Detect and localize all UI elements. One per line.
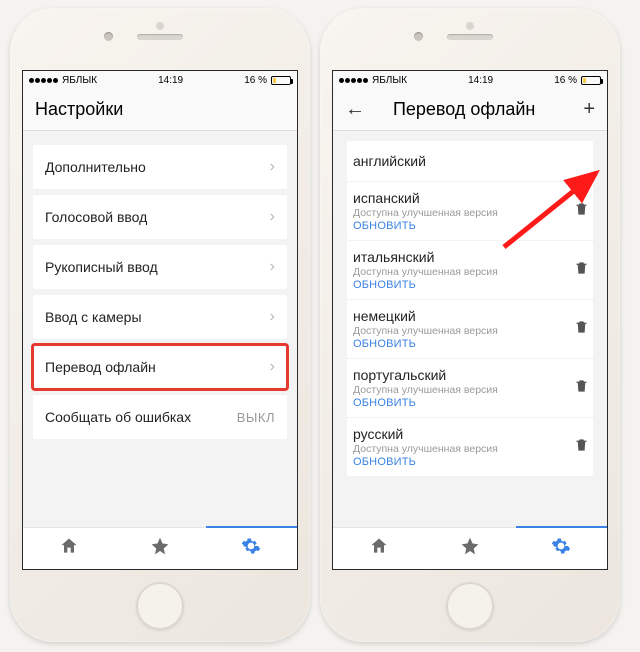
chevron-right-icon: › bbox=[270, 158, 275, 176]
battery-percent: 16 % bbox=[244, 75, 267, 86]
lang-name: английский bbox=[353, 153, 426, 169]
lang-row-english[interactable]: английский bbox=[347, 141, 593, 181]
star-icon[interactable] bbox=[150, 536, 170, 561]
gear-icon[interactable] bbox=[241, 536, 261, 561]
lang-subtitle: Доступна улучшенная версия bbox=[353, 207, 498, 219]
clock: 14:19 bbox=[158, 75, 183, 86]
row-additional[interactable]: Дополнительно › bbox=[33, 145, 287, 189]
row-report-errors[interactable]: Сообщать об ошибках ВЫКЛ bbox=[33, 395, 287, 439]
battery-icon bbox=[581, 76, 601, 85]
lang-subtitle: Доступна улучшенная версия bbox=[353, 266, 498, 278]
lang-row-portuguese[interactable]: португальский Доступна улучшенная версия… bbox=[347, 359, 593, 417]
trash-icon[interactable] bbox=[574, 319, 589, 340]
lang-name: русский bbox=[353, 426, 498, 442]
page-title: Настройки bbox=[35, 99, 285, 120]
row-camera-input[interactable]: Ввод с камеры › bbox=[33, 295, 287, 339]
chevron-right-icon: › bbox=[270, 358, 275, 376]
row-handwriting-input[interactable]: Рукописный ввод › bbox=[33, 245, 287, 289]
row-voice-input[interactable]: Голосовой ввод › bbox=[33, 195, 287, 239]
row-label: Рукописный ввод bbox=[45, 259, 158, 275]
star-icon[interactable] bbox=[460, 536, 480, 561]
phone-left: ЯБЛЫК 14:19 16 % Настройки Дополнительно… bbox=[10, 8, 310, 642]
lang-subtitle: Доступна улучшенная версия bbox=[353, 325, 498, 337]
carrier-label: ЯБЛЫК bbox=[372, 75, 407, 86]
lang-row-german[interactable]: немецкий Доступна улучшенная версия ОБНО… bbox=[347, 300, 593, 358]
chevron-right-icon: › bbox=[270, 308, 275, 326]
home-icon[interactable] bbox=[59, 536, 79, 561]
page-title: Перевод офлайн bbox=[379, 99, 569, 120]
lang-subtitle: Доступна улучшенная версия bbox=[353, 443, 498, 455]
header: ← Перевод офлайн + bbox=[333, 89, 607, 131]
row-label: Сообщать об ошибках bbox=[45, 409, 191, 425]
update-link[interactable]: ОБНОВИТЬ bbox=[353, 338, 498, 350]
trash-icon[interactable] bbox=[574, 437, 589, 458]
lang-name: португальский bbox=[353, 367, 498, 383]
row-label: Дополнительно bbox=[45, 159, 146, 175]
lang-name: итальянский bbox=[353, 249, 498, 265]
add-icon[interactable]: + bbox=[583, 98, 595, 121]
signal-icon bbox=[339, 78, 368, 83]
header: Настройки bbox=[23, 89, 297, 131]
lang-row-italian[interactable]: итальянский Доступна улучшенная версия О… bbox=[347, 241, 593, 299]
back-icon[interactable]: ← bbox=[345, 98, 365, 121]
row-label: Ввод с камеры bbox=[45, 309, 142, 325]
update-link[interactable]: ОБНОВИТЬ bbox=[353, 397, 498, 409]
clock: 14:19 bbox=[468, 75, 493, 86]
lang-name: испанский bbox=[353, 190, 498, 206]
status-bar: ЯБЛЫК 14:19 16 % bbox=[23, 71, 297, 89]
phone-right: ЯБЛЫК 14:19 16 % ← Перевод офлайн + англ… bbox=[320, 8, 620, 642]
update-link[interactable]: ОБНОВИТЬ bbox=[353, 220, 498, 232]
update-link[interactable]: ОБНОВИТЬ bbox=[353, 279, 498, 291]
bottom-nav bbox=[333, 527, 607, 569]
row-label: Голосовой ввод bbox=[45, 209, 147, 225]
row-offline-translation[interactable]: Перевод офлайн › bbox=[33, 345, 287, 389]
trash-icon[interactable] bbox=[574, 378, 589, 399]
gear-icon[interactable] bbox=[551, 536, 571, 561]
trash-icon[interactable] bbox=[574, 201, 589, 222]
lang-name: немецкий bbox=[353, 308, 498, 324]
home-icon[interactable] bbox=[369, 536, 389, 561]
bottom-nav bbox=[23, 527, 297, 569]
toggle-state: ВЫКЛ bbox=[237, 410, 275, 425]
chevron-right-icon: › bbox=[270, 258, 275, 276]
lang-row-spanish[interactable]: испанский Доступна улучшенная версия ОБН… bbox=[347, 182, 593, 240]
row-label: Перевод офлайн bbox=[45, 359, 156, 375]
signal-icon bbox=[29, 78, 58, 83]
battery-percent: 16 % bbox=[554, 75, 577, 86]
lang-subtitle: Доступна улучшенная версия bbox=[353, 384, 498, 396]
chevron-right-icon: › bbox=[270, 208, 275, 226]
lang-row-russian[interactable]: русский Доступна улучшенная версия ОБНОВ… bbox=[347, 418, 593, 476]
battery-icon bbox=[271, 76, 291, 85]
home-button[interactable] bbox=[136, 582, 184, 630]
home-button[interactable] bbox=[446, 582, 494, 630]
status-bar: ЯБЛЫК 14:19 16 % bbox=[333, 71, 607, 89]
carrier-label: ЯБЛЫК bbox=[62, 75, 97, 86]
trash-icon[interactable] bbox=[574, 260, 589, 281]
update-link[interactable]: ОБНОВИТЬ bbox=[353, 456, 498, 468]
